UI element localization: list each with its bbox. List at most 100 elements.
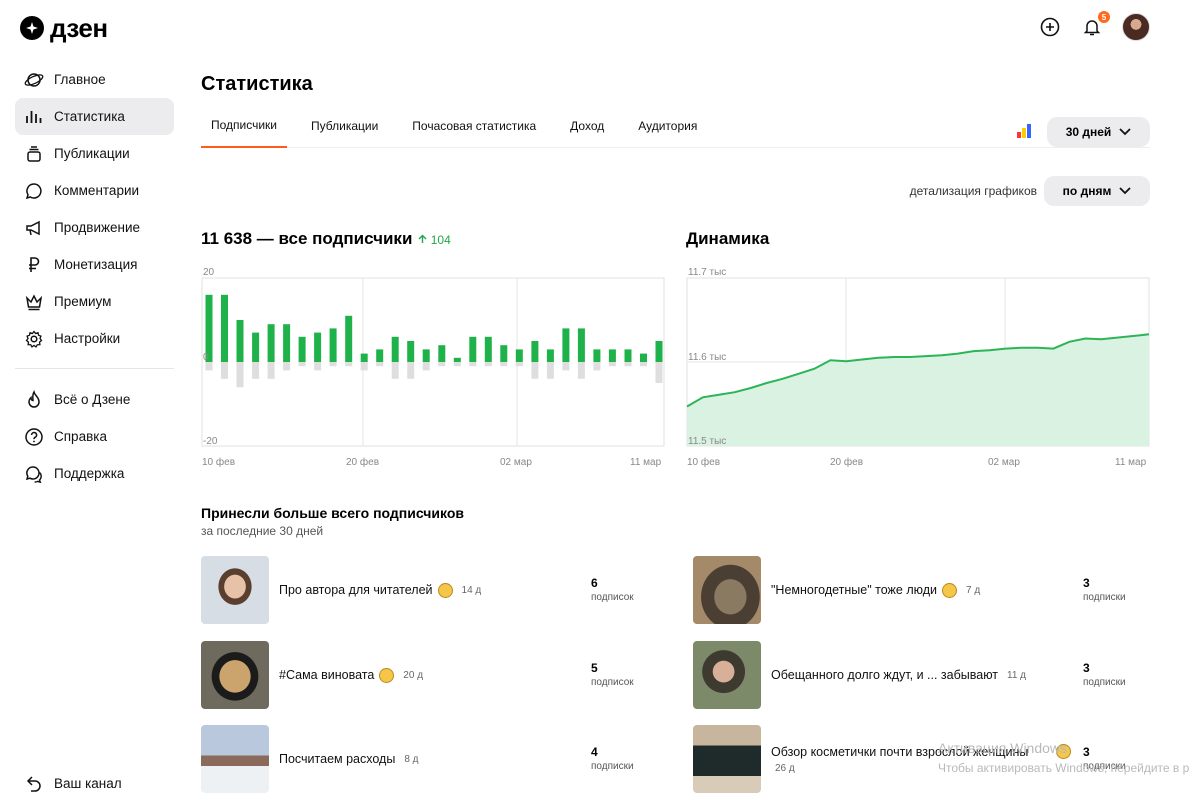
bar-lost [469,362,477,367]
sidebar-item-label: Премиум [54,294,112,309]
tab-publications[interactable]: Публикации [301,104,388,148]
sidebar-item-about[interactable]: Всё о Дзене [15,381,174,418]
flame-icon [28,389,40,408]
detail-select[interactable]: по дням [1044,176,1150,206]
bar-lost [531,362,539,379]
publication-row[interactable]: Про автора для читателей 14 д 6 подписок [201,556,651,624]
publication-row[interactable]: Обещанного долго ждут, и ... забывают 11… [693,641,1143,709]
sidebar-item-settings[interactable]: Настройки [15,320,174,357]
sidebar-item-comments[interactable]: Комментарии [15,172,174,209]
bar-lost [283,362,291,371]
subs-count: 5 [591,661,598,675]
help-icon [25,427,43,446]
publication-age: 26 д [775,763,795,774]
bar-lost [593,362,601,371]
bar-lost [453,362,461,367]
bar-gained [438,345,446,362]
publication-age: 14 д [461,584,482,596]
bar-lost [577,362,585,379]
y-tick-label: 11.7 тыс [688,267,726,278]
sidebar-item-support[interactable]: Поддержка [15,455,174,492]
notifications-button[interactable]: 5 [1080,11,1110,41]
publication-title: Обещанного долго ждут, и ... забывают 11… [771,668,1071,682]
publication-title: #Сама виновата 20 д [279,667,579,683]
support-icon [25,465,42,483]
publication-subs: 3 подписки [1083,661,1126,688]
x-tick-label: 02 мар [500,457,532,468]
arrow-up-icon [418,234,427,243]
bar-gained [345,315,353,362]
bar-lost [391,362,399,379]
bar-gained [360,353,368,362]
subs-unit: подписки [591,761,634,772]
top-publications-subtitle: за последние 30 дней [201,524,324,538]
bar-gained [593,349,601,362]
smile-emoji-icon [437,582,453,598]
bar-lost [562,362,570,371]
publication-title: "Немногодетные" тоже люди 7 д [771,582,1071,598]
chevron-down-icon [1119,128,1131,136]
sidebar-item-promotion[interactable]: Продвижение [15,209,174,246]
tab-hourly[interactable]: Почасовая статистика [402,104,546,148]
bar-lost [236,362,244,388]
sidebar-divider [15,368,174,369]
bar-gained [453,357,461,362]
bar-gained [531,341,539,362]
y-tick-label: 20 [203,267,215,278]
publication-thumbnail [693,725,761,793]
bar-lost [655,362,663,383]
bar-lost [298,362,306,367]
x-tick-label: 10 фев [687,456,720,468]
bar-lost [314,362,322,371]
publication-subs: 5 подписок [591,661,634,688]
bar-gained [298,336,306,362]
period-select[interactable]: 30 дней [1047,117,1150,147]
sidebar-item-your-channel[interactable]: Ваш канал [15,765,174,802]
publication-subs: 6 подписок [591,576,634,603]
sidebar-item-label: Статистика [54,109,125,124]
windows-activation-watermark: Активация Windows Чтобы активировать Win… [938,738,1189,778]
subs-unit: подписок [591,677,634,688]
sidebar-item-monetization[interactable]: Монетизация [15,246,174,283]
publication-row[interactable]: #Сама виновата 20 д 5 подписок [201,641,651,709]
bar-lost [376,362,384,367]
publication-age: 7 д [966,584,981,596]
publications-icon [27,145,41,162]
bar-gained [655,341,663,362]
sidebar-item-premium[interactable]: Премиум [15,283,174,320]
create-button[interactable] [1038,13,1062,41]
publication-row[interactable]: "Немногодетные" тоже люди 7 д 3 подписки [693,556,1143,624]
sidebar-item-stats[interactable]: Статистика [15,98,174,135]
bar-gained [515,349,523,362]
dynamics-area-chart: 11.7 тыс 11.6 тыс 11.5 тыс 10 фев 20 фев… [686,267,1150,468]
bar-gained [391,336,399,362]
x-tick-label: 11 мар [1115,457,1147,468]
sidebar-item-label: Настройки [54,331,121,346]
gear-icon [25,329,43,348]
sidebar-item-main[interactable]: Главное [15,61,174,98]
tab-audience[interactable]: Аудитория [628,104,707,148]
bar-gained [422,349,430,362]
sidebar-item-publications[interactable]: Публикации [15,135,174,172]
sidebar-item-help[interactable]: Справка [15,418,174,455]
publication-age: 11 д [1007,669,1027,681]
publication-row[interactable]: Посчитаем расходы 8 д 4 подписки [201,725,651,793]
bar-lost [438,362,446,367]
megaphone-icon [26,220,40,235]
bar-gained [469,336,477,362]
tab-income[interactable]: Доход [560,104,614,148]
subs-unit: подписок [591,592,634,603]
sidebar: Главное Статистика Публикации Комментари… [15,61,174,492]
subscribers-growth: 104 [418,233,451,247]
ruble-icon [29,256,40,272]
publication-title: Про автора для читателей 14 д [279,582,579,598]
bar-lost [608,362,616,367]
user-avatar[interactable] [1122,13,1150,41]
bar-lost [546,362,554,379]
tab-subscribers[interactable]: Подписчики [201,104,288,148]
metrica-icon[interactable] [1016,124,1032,138]
subs-unit: подписки [1083,677,1126,688]
bar-lost [515,362,523,367]
dzen-logo[interactable]: дзен [20,15,108,41]
bar-gained [546,349,554,362]
